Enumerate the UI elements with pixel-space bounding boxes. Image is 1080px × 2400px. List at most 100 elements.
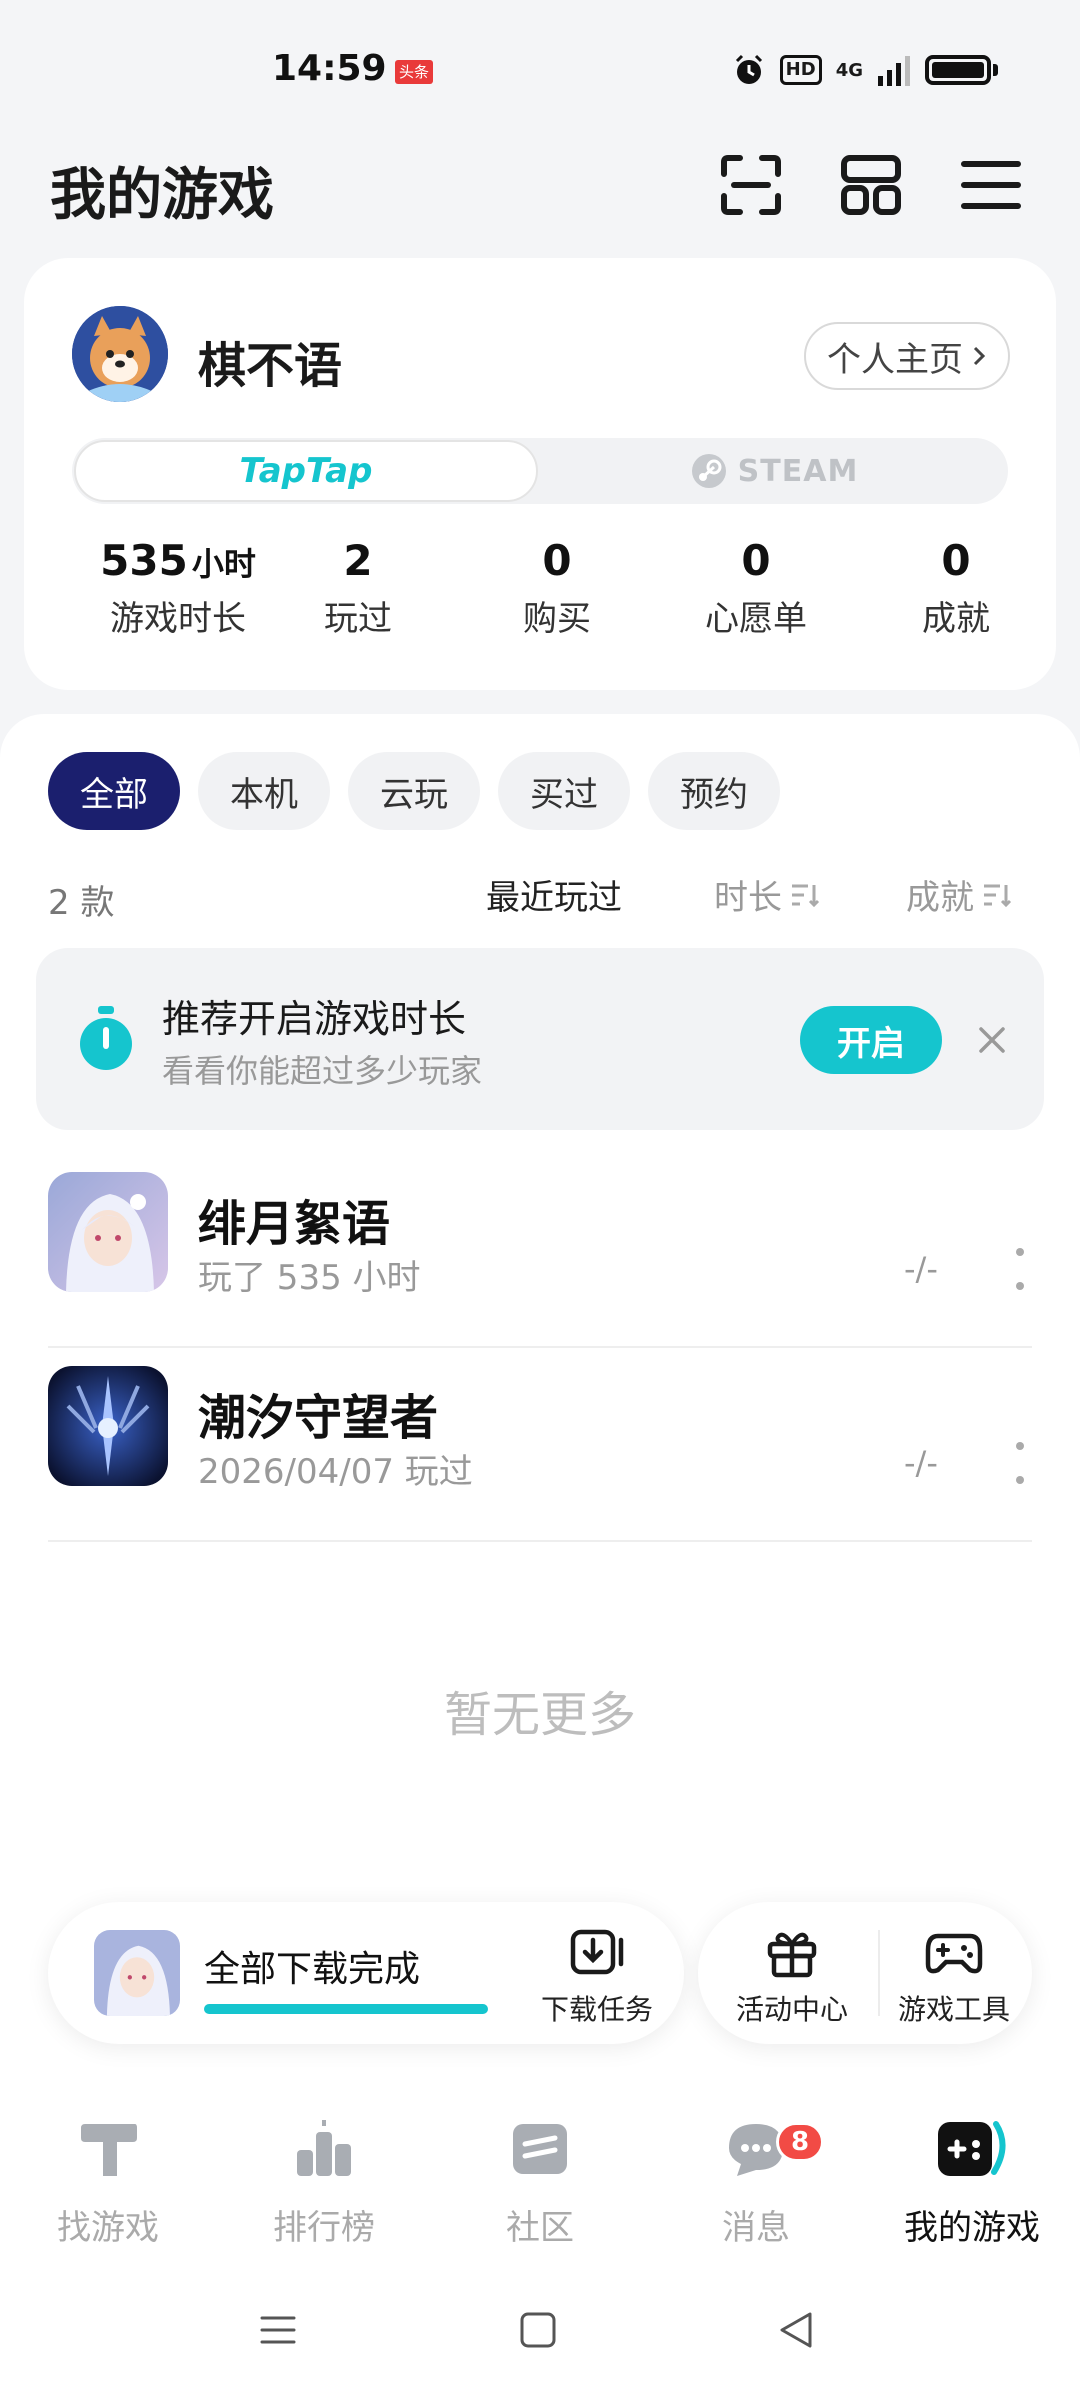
nav-community[interactable]: 社区: [432, 2116, 648, 2249]
stat-wishlist[interactable]: 0 心愿单: [656, 536, 856, 640]
sort-icon: [984, 884, 1012, 907]
system-icons: HD 4G: [732, 50, 998, 90]
gift-icon: [767, 1932, 817, 1978]
avatar[interactable]: [72, 306, 168, 402]
tab-taptap[interactable]: TapTap: [74, 440, 538, 502]
game-tools-button[interactable]: 游戏工具: [874, 1928, 1034, 2028]
playtime-promo-banner: 推荐开启游戏时长 看看你能超过多少玩家 开启: [36, 948, 1044, 1130]
username: 棋不语: [198, 338, 343, 394]
game-name: 潮汐守望者: [198, 1390, 439, 1446]
game-last-played: 2026/04/07 玩过: [198, 1452, 473, 1492]
nav-find-games[interactable]: 找游戏: [0, 2116, 216, 2249]
sort-recent[interactable]: 最近玩过: [486, 870, 622, 919]
network-label: 4G: [835, 59, 863, 81]
activity-center-button[interactable]: 活动中心: [712, 1928, 872, 2028]
nav-my-games[interactable]: 我的游戏: [864, 2116, 1080, 2249]
back-icon[interactable]: [776, 2310, 816, 2350]
stat-achievements[interactable]: 0 成就: [856, 536, 1056, 640]
scan-icon[interactable]: [716, 150, 786, 220]
nav-label: 排行榜: [273, 2208, 375, 2248]
battery-icon: [925, 55, 991, 85]
more-options-icon[interactable]: [1014, 1438, 1026, 1488]
stat-value: 2: [343, 536, 373, 585]
filter-chips: 全部 本机 云玩 买过 预约: [48, 752, 780, 830]
tools-pill: 活动中心 游戏工具: [698, 1902, 1032, 2044]
game-row[interactable]: 绯月絮语 玩了 535 小时 -/-: [48, 1154, 1032, 1348]
close-icon[interactable]: [966, 1014, 1018, 1066]
game-icon: [48, 1366, 168, 1486]
sort-duration[interactable]: 时长: [714, 870, 820, 919]
stat-played[interactable]: 2 玩过: [258, 536, 458, 640]
download-tasks-button[interactable]: 下载任务: [522, 1928, 672, 2028]
stopwatch-icon: [80, 1006, 132, 1070]
game-playtime: 玩了 535 小时: [198, 1258, 421, 1298]
profile-card: 棋不语 个人主页 TapTap STEAM 535 小时 游戏时长 2 玩过 0 …: [24, 258, 1056, 690]
page-title: 我的游戏: [50, 163, 274, 228]
signal-icon: [878, 56, 910, 86]
profile-home-button[interactable]: 个人主页: [804, 322, 1010, 390]
nav-label: 社区: [506, 2208, 574, 2248]
steam-icon: [691, 454, 726, 488]
nav-rankings[interactable]: 排行榜: [216, 2116, 432, 2249]
layout-grid-icon[interactable]: [836, 150, 906, 220]
download-progress-bar: [204, 2004, 488, 2014]
nav-label: 消息: [722, 2208, 790, 2248]
stat-purchased[interactable]: 0 购买: [457, 536, 657, 640]
game-count: 2 款: [48, 883, 115, 923]
battery-tip: [993, 64, 998, 76]
status-bar: 14:59 头条 HD 4G: [0, 0, 1080, 140]
tab-steam-label: STEAM: [737, 453, 859, 489]
game-tools-label: 游戏工具: [897, 1993, 1010, 2026]
sort-recent-label: 最近玩过: [486, 878, 622, 918]
download-tasks-label: 下载任务: [540, 1993, 653, 2026]
nav-messages[interactable]: 8 消息: [648, 2116, 864, 2249]
more-options-icon[interactable]: [1014, 1244, 1026, 1294]
sort-achievement-label: 成就: [906, 878, 974, 918]
stat-label: 心愿单: [705, 599, 807, 639]
recent-apps-icon[interactable]: [258, 2310, 298, 2350]
filter-chip-local[interactable]: 本机: [198, 752, 330, 830]
filter-chip-all[interactable]: 全部: [48, 752, 180, 830]
message-count-badge: 8: [776, 2122, 824, 2162]
nav-label: 我的游戏: [904, 2208, 1040, 2248]
profile-home-label: 个人主页: [827, 339, 963, 380]
platform-switch: TapTap STEAM: [72, 438, 1008, 504]
sort-achievement[interactable]: 成就: [906, 870, 1012, 919]
stat-label: 游戏时长: [110, 599, 246, 639]
download-status-pill[interactable]: 全部下载完成 下载任务: [48, 1902, 684, 2044]
my-games-icon: [938, 2121, 1006, 2176]
stat-value: 0: [741, 536, 771, 585]
download-icon: [570, 1929, 624, 1975]
stat-play-time[interactable]: 535 小时 游戏时长: [78, 536, 278, 640]
enable-playtime-button[interactable]: 开启: [800, 1006, 942, 1074]
news-app-badge: 头条: [395, 60, 433, 84]
chevron-right-icon: [973, 346, 986, 366]
sort-icon: [792, 884, 820, 907]
menu-icon[interactable]: [956, 150, 1026, 220]
stat-value: 0: [941, 536, 971, 585]
filter-chip-cloud[interactable]: 云玩: [348, 752, 480, 830]
game-icon: [48, 1172, 168, 1292]
home-icon[interactable]: [518, 2310, 558, 2350]
community-icon: [513, 2124, 567, 2174]
alarm-icon: [735, 54, 762, 84]
find-games-icon: [81, 2124, 137, 2176]
tab-steam[interactable]: STEAM: [540, 438, 1008, 504]
filter-chip-purchased[interactable]: 买过: [498, 752, 630, 830]
stat-label: 成就: [922, 599, 990, 639]
nav-label: 找游戏: [57, 2208, 159, 2248]
game-rank: -/-: [904, 1250, 938, 1288]
stat-value: 0: [542, 536, 572, 585]
stat-unit: 小时: [191, 545, 256, 583]
promo-title: 推荐开启游戏时长: [162, 997, 467, 1041]
filter-chip-reserved[interactable]: 预约: [648, 752, 780, 830]
activity-center-label: 活动中心: [735, 1993, 848, 2026]
gamepad-icon: [925, 1933, 983, 1974]
game-row[interactable]: 潮汐守望者 2026/04/07 玩过 -/-: [48, 1348, 1032, 1542]
download-status-text: 全部下载完成: [204, 1949, 421, 1990]
stat-label: 购买: [523, 599, 591, 639]
rankings-icon: [297, 2120, 351, 2176]
game-name: 绯月絮语: [198, 1196, 391, 1252]
hd-badge: HD: [779, 55, 822, 85]
promo-subtitle: 看看你能超过多少玩家: [162, 1052, 483, 1090]
